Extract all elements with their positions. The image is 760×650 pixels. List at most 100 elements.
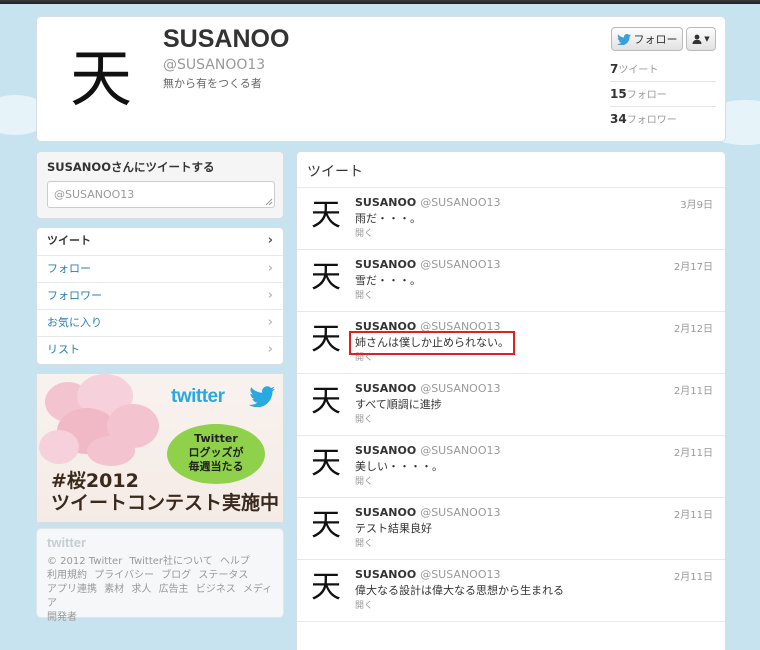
tweet-avatar[interactable]: 天 — [309, 570, 343, 606]
stat-tweets-label: ツイート — [618, 65, 659, 76]
chevron-right-icon: › — [267, 288, 273, 303]
nav-item-label: フォロワー — [47, 289, 102, 302]
tweet-author-handle: @SUSANOO13 — [420, 258, 501, 271]
cherry-blossom — [87, 436, 135, 466]
user-icon — [692, 34, 702, 44]
tweet-text: 偉大なる設計は偉大なる思想から生まれる — [355, 584, 564, 597]
cherry-blossom — [39, 430, 79, 464]
profile-avatar[interactable]: 天 — [63, 39, 139, 119]
tweet-author-name: SUSANOO — [355, 444, 417, 457]
footer-link[interactable]: アプリ連携 — [47, 584, 97, 595]
stat-followers[interactable]: 34フォロワー — [610, 106, 716, 131]
tweet-expand-link[interactable]: 開く — [355, 598, 373, 611]
footer-link[interactable]: 利用規約 — [47, 570, 87, 581]
profile-name: SUSANOO — [163, 25, 290, 53]
tweet-item[interactable]: 天 SUSANOO @SUSANOO13 2月17日 雪だ・・・。 開く — [297, 250, 725, 312]
stat-following[interactable]: 15フォロー — [610, 81, 716, 106]
profile-bio: 無から有をつくる者 — [163, 77, 262, 90]
tweet-date[interactable]: 2月17日 — [674, 258, 713, 273]
tweet-date[interactable]: 2月12日 — [674, 320, 713, 335]
stat-followers-value: 34 — [610, 112, 627, 126]
tweet-author[interactable]: SUSANOO @SUSANOO13 — [355, 196, 501, 209]
tweet-expand-link[interactable]: 開く — [355, 536, 373, 549]
nav-item-label: ツイート — [47, 234, 91, 247]
footer-link[interactable]: ステータス — [198, 570, 248, 581]
tweet-item[interactable]: 天 SUSANOO @SUSANOO13 2月11日 美しい・・・・。 開く — [297, 436, 725, 498]
tweet-avatar[interactable]: 天 — [309, 198, 343, 234]
stat-following-label: フォロー — [626, 90, 667, 101]
promo-title: #桜2012 ツイートコンテスト実施中 — [51, 470, 279, 514]
nav-item-favorites[interactable]: お気に入り › — [37, 309, 283, 336]
tweet-author-handle: @SUSANOO13 — [420, 444, 501, 457]
stat-tweets[interactable]: 7ツイート — [610, 57, 716, 82]
twitter-bird-icon — [249, 386, 275, 407]
tweet-item[interactable]: 天 SUSANOO @SUSANOO13 3月9日 雨だ・・・。 開く — [297, 188, 725, 250]
tweet-avatar[interactable]: 天 — [309, 508, 343, 544]
tweet-date[interactable]: 2月11日 — [674, 506, 713, 521]
footer-link[interactable]: 開発者 — [47, 612, 77, 623]
tweet-author-name: SUSANOO — [355, 320, 417, 333]
tweet-expand-link[interactable]: 開く — [355, 412, 373, 425]
footer-link[interactable]: 広告主 — [159, 584, 189, 595]
resize-handle-icon[interactable] — [265, 198, 273, 206]
footer-link[interactable]: ビジネス — [196, 584, 236, 595]
tweet-avatar[interactable]: 天 — [309, 446, 343, 482]
tweet-date[interactable]: 2月11日 — [674, 568, 713, 583]
nav-item-followers[interactable]: フォロワー › — [37, 282, 283, 309]
tweet-item[interactable]: 天 SUSANOO @SUSANOO13 2月11日 すべて順調に進捗 開く — [297, 374, 725, 436]
footer-link[interactable]: 素材 — [104, 584, 124, 595]
tweet-author-handle: @SUSANOO13 — [420, 382, 501, 395]
tweet-author[interactable]: SUSANOO @SUSANOO13 — [355, 444, 501, 457]
nav-item-lists[interactable]: リスト › — [37, 336, 283, 363]
promo-bubble-line: Twitter — [194, 432, 238, 445]
footer-link[interactable]: 求人 — [131, 584, 151, 595]
promo-title-line: ツイートコンテスト実施中 — [51, 492, 280, 514]
tweet-text: 姉さんは僕しか止められない。 — [355, 336, 509, 349]
tweet-author[interactable]: SUSANOO @SUSANOO13 — [355, 568, 501, 581]
tweet-expand-link[interactable]: 開く — [355, 288, 373, 301]
tweet-expand-link[interactable]: 開く — [355, 474, 373, 487]
tweet-author[interactable]: SUSANOO @SUSANOO13 — [355, 320, 501, 333]
footer-copyright: © 2012 Twitter — [47, 556, 123, 567]
tweet-expand-link[interactable]: 開く — [355, 226, 373, 239]
user-actions-button[interactable]: ▼ — [686, 27, 716, 51]
nav-item-label: リスト — [47, 343, 80, 356]
nav-item-following[interactable]: フォロー › — [37, 255, 283, 282]
tweet-author-name: SUSANOO — [355, 506, 417, 519]
tweet-item[interactable]: 天 SUSANOO @SUSANOO13 2月11日 テスト結果良好 開く — [297, 498, 725, 560]
follow-button[interactable]: フォロー — [611, 27, 683, 51]
compose-input[interactable]: @SUSANOO13 — [47, 181, 275, 208]
chevron-right-icon: › — [267, 233, 273, 248]
chevron-right-icon: › — [267, 342, 273, 357]
tweet-author[interactable]: SUSANOO @SUSANOO13 — [355, 258, 501, 271]
tweet-text: テスト結果良好 — [355, 522, 432, 535]
nav-item-tweets[interactable]: ツイート › — [37, 228, 283, 255]
tweet-date[interactable]: 3月9日 — [680, 196, 713, 211]
stat-followers-label: フォロワー — [626, 115, 677, 126]
twitter-bird-icon — [616, 33, 631, 45]
tweet-author-name: SUSANOO — [355, 382, 417, 395]
tweet-item[interactable]: 天 SUSANOO @SUSANOO13 2月11日 偉大なる設計は偉大なる思想か… — [297, 560, 725, 622]
footer-link[interactable]: ブログ — [161, 570, 191, 581]
tweet-expand-link[interactable]: 開く — [355, 350, 373, 363]
tweet-author-handle: @SUSANOO13 — [420, 196, 501, 209]
tweet-avatar[interactable]: 天 — [309, 322, 343, 358]
tweet-author[interactable]: SUSANOO @SUSANOO13 — [355, 506, 501, 519]
tweet-author-name: SUSANOO — [355, 568, 417, 581]
tweet-author-name: SUSANOO — [355, 258, 417, 271]
compose-box: SUSANOOさんにツイートする @SUSANOO13 — [36, 151, 284, 219]
footer-link[interactable]: ヘルプ — [220, 556, 250, 567]
tweet-avatar[interactable]: 天 — [309, 384, 343, 420]
footer-link[interactable]: Twitter社について — [130, 556, 213, 567]
promo-bubble-line: ログッズが — [188, 446, 244, 459]
chevron-down-icon: ▼ — [704, 35, 710, 43]
tweet-date[interactable]: 2月11日 — [674, 444, 713, 459]
tweet-item[interactable]: 天 SUSANOO @SUSANOO13 2月12日 姉さんは僕しか止められない。… — [297, 312, 725, 374]
footer-link[interactable]: プライバシー — [94, 570, 154, 581]
tweet-avatar[interactable]: 天 — [309, 260, 343, 296]
promo-banner[interactable]: twitter Twitter ログッズが 毎週当たる #桜2012 ツイートコ… — [36, 373, 284, 523]
tweet-date[interactable]: 2月11日 — [674, 382, 713, 397]
tweet-author-name: SUSANOO — [355, 196, 417, 209]
tweet-author[interactable]: SUSANOO @SUSANOO13 — [355, 382, 501, 395]
nav-item-label: フォロー — [47, 262, 91, 275]
